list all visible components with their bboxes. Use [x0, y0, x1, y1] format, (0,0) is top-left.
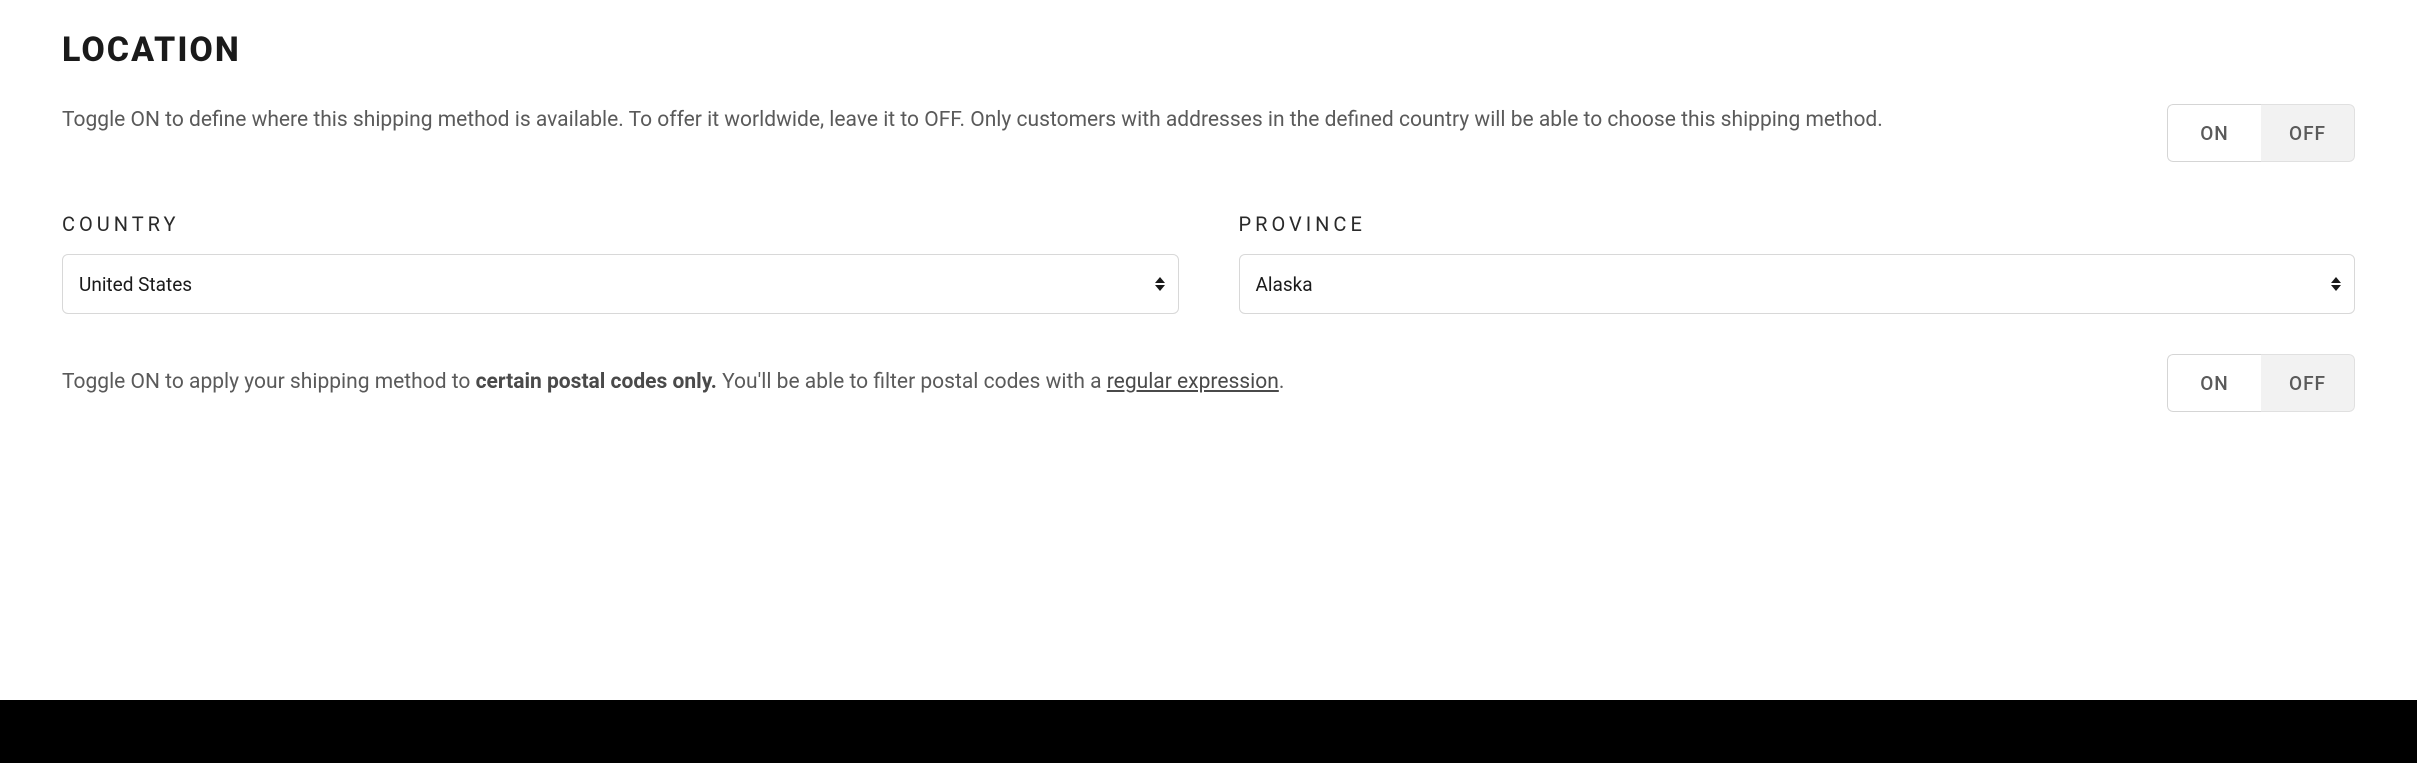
location-toggle-on[interactable]: ON — [2167, 104, 2261, 162]
postal-desc-prefix: Toggle ON to apply your shipping method … — [62, 370, 476, 394]
province-select-wrap: Alaska — [1239, 254, 2356, 314]
location-toggle-row: Toggle ON to define where this shipping … — [62, 104, 2355, 162]
regular-expression-link[interactable]: regular expression — [1107, 370, 1279, 394]
country-field: COUNTRY United States — [62, 212, 1179, 314]
location-description: Toggle ON to define where this shipping … — [62, 104, 2127, 138]
postal-desc-suffix: . — [1279, 370, 1285, 394]
location-toggle: ON OFF — [2167, 104, 2355, 162]
country-select-wrap: United States — [62, 254, 1179, 314]
country-label: COUNTRY — [62, 212, 1179, 236]
location-heading: LOCATION — [62, 30, 2355, 70]
postal-toggle-row: Toggle ON to apply your shipping method … — [62, 354, 2355, 412]
postal-toggle-on[interactable]: ON — [2167, 354, 2261, 412]
location-toggle-off[interactable]: OFF — [2261, 104, 2355, 162]
province-field: PROVINCE Alaska — [1239, 212, 2356, 314]
province-label: PROVINCE — [1239, 212, 2356, 236]
postal-toggle-off[interactable]: OFF — [2261, 354, 2355, 412]
location-fields: COUNTRY United States PROVINCE Alaska — [62, 212, 2355, 314]
footer-bar — [0, 700, 2417, 763]
postal-toggle: ON OFF — [2167, 354, 2355, 412]
country-select[interactable]: United States — [62, 254, 1179, 314]
postal-desc-bold: certain postal codes only. — [476, 370, 717, 394]
postal-desc-mid: You'll be able to filter postal codes wi… — [717, 370, 1107, 394]
province-select[interactable]: Alaska — [1239, 254, 2356, 314]
postal-description: Toggle ON to apply your shipping method … — [62, 366, 2127, 400]
